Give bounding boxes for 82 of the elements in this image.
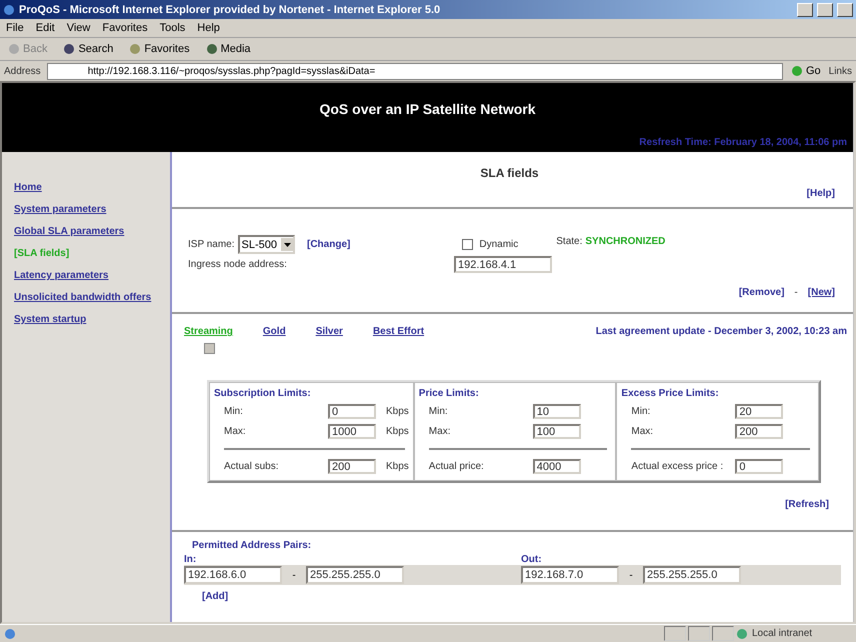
toolbar-button[interactable]: Favorites	[127, 43, 192, 55]
state-value: SYNCHRONIZED	[585, 236, 666, 247]
panel-title: Excess Price Limits:	[621, 388, 720, 399]
limit-label: Max:	[428, 426, 452, 437]
refresh-link[interactable]: [Refresh]	[785, 499, 829, 510]
maximize-button[interactable]	[817, 2, 833, 16]
limit-field[interactable]: 20	[735, 404, 784, 419]
actual-field[interactable]: 4000	[532, 459, 581, 474]
limit-label: Min:	[428, 406, 449, 417]
sidebar-link[interactable]: System startup	[14, 314, 170, 325]
toolbar-button[interactable]: Media	[204, 43, 253, 55]
state-label: State:	[556, 236, 582, 247]
close-button[interactable]	[837, 2, 853, 16]
unit-label: Kbps	[386, 461, 409, 472]
help-link[interactable]: [Help]	[806, 188, 835, 199]
minimize-button[interactable]	[797, 2, 813, 16]
change-link[interactable]: [Change]	[307, 239, 350, 250]
out-address-field[interactable]: 192.168.7.0	[521, 566, 619, 584]
zone-label: Local intranet	[752, 628, 814, 639]
last-update: Last agreement update - December 3, 2002, 10:23 am	[596, 326, 847, 337]
address-label: Address	[4, 66, 41, 76]
actual-field[interactable]: 0	[735, 459, 784, 474]
service-tab[interactable]: Silver	[316, 326, 343, 337]
refresh-time: Resfresh Time: February 18, 2004, 11:06 pm	[639, 137, 847, 148]
dynamic-label: Dynamic	[479, 239, 518, 250]
sidebar-link[interactable]: System parameters	[14, 204, 170, 215]
actual-field[interactable]: 200	[328, 459, 376, 474]
in-mask-field[interactable]: 255.255.255.0	[306, 566, 404, 584]
limit-field[interactable]: 0	[328, 404, 376, 419]
unit-label: Kbps	[386, 426, 409, 437]
out-mask-field[interactable]: 255.255.255.0	[643, 566, 741, 584]
page-title: SLA fields	[480, 166, 539, 180]
actual-label: Actual price:	[428, 461, 485, 472]
limit-label: Min:	[631, 406, 652, 417]
separator-dash: -	[291, 570, 297, 580]
actual-label: Actual excess price :	[631, 461, 724, 472]
separator-dash: -	[628, 570, 634, 580]
add-link[interactable]: [Add]	[202, 591, 228, 602]
limit-field[interactable]: 200	[735, 424, 784, 439]
actual-label: Actual subs:	[224, 461, 280, 472]
site-title: QoS over an IP Satellite Network	[319, 101, 536, 117]
new-link[interactable]: [New]	[808, 287, 835, 298]
sidebar-link[interactable]: Latency parameters	[14, 270, 170, 281]
menu-item[interactable]: Tools	[160, 22, 186, 34]
remove-link[interactable]: [Remove]	[738, 287, 784, 298]
sidebar-link[interactable]: Global SLA parameters	[14, 226, 170, 237]
dynamic-checkbox[interactable]	[462, 239, 474, 250]
address-field[interactable]: http://192.168.3.116/~proqos/sysslas.php?pagId=sysslas&iData=	[46, 62, 783, 80]
ingress-label: Ingress node address:	[188, 259, 288, 270]
window-title: ProQoS - Microsoft Internet Explorer provided by Nortenet - Internet Explorer 5.0	[19, 4, 442, 16]
separator-dash: -	[794, 287, 798, 298]
service-tab[interactable]: Best Effort	[372, 326, 424, 337]
menu-item[interactable]: File	[6, 22, 24, 34]
menu-item[interactable]: Favorites	[102, 22, 148, 34]
sidebar-link[interactable]: Unsolicited bandwidth offers	[14, 292, 170, 303]
service-tab[interactable]: Gold	[262, 326, 286, 337]
links-label[interactable]: Links	[828, 66, 852, 76]
limit-field[interactable]: 10	[532, 404, 581, 419]
limit-field[interactable]: 100	[532, 424, 581, 439]
service-checkbox[interactable]	[204, 343, 215, 354]
toolbar-button[interactable]: Search	[61, 43, 116, 55]
isp-select[interactable]: SL-500	[238, 235, 295, 254]
in-address-field[interactable]: 192.168.6.0	[184, 566, 282, 584]
section-title: Permitted Address Pairs:	[192, 540, 312, 551]
menu-item[interactable]: View	[66, 22, 90, 34]
unit-label: Kbps	[386, 406, 409, 417]
menu-item[interactable]: Edit	[36, 22, 55, 34]
in-label: In:	[184, 554, 198, 565]
isp-name-label: ISP name:	[188, 239, 235, 250]
limit-label: Max:	[224, 426, 247, 437]
ingress-field[interactable]: 192.168.4.1	[454, 256, 552, 273]
out-label: Out:	[521, 554, 542, 565]
scrollbar[interactable]	[853, 83, 854, 622]
limit-label: Max:	[631, 426, 654, 437]
sidebar-link[interactable]: Home	[14, 182, 170, 193]
caret-icon	[284, 242, 290, 246]
panel-title: Price Limits:	[418, 388, 480, 399]
menu-item[interactable]: Help	[197, 22, 220, 34]
limit-label: Min:	[224, 406, 244, 417]
panel-title: Subscription Limits:	[214, 388, 312, 399]
limit-field[interactable]: 1000	[328, 424, 376, 439]
go-button[interactable]: Go	[788, 65, 823, 77]
